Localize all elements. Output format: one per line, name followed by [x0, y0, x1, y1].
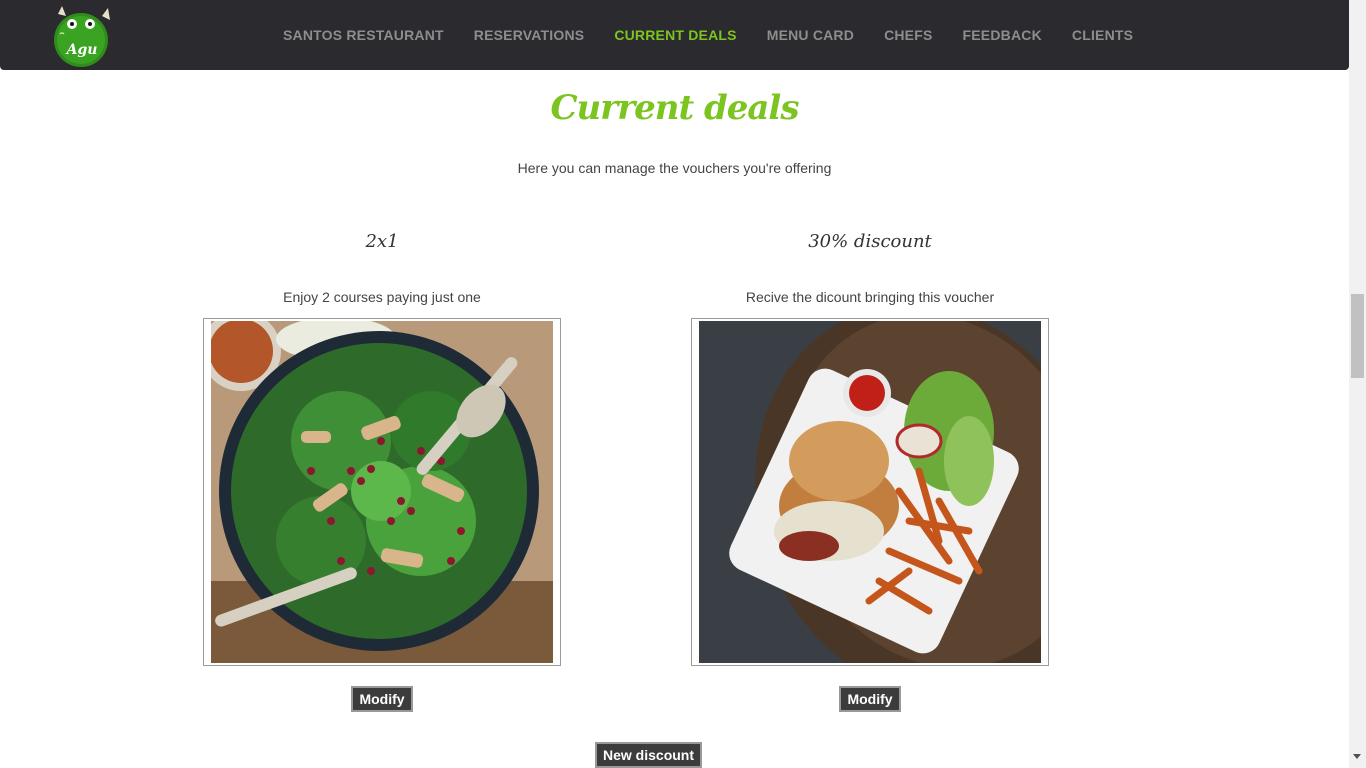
nav-item-reservations[interactable]: RESERVATIONS: [474, 27, 585, 43]
deal-description: Enjoy 2 courses paying just one: [283, 289, 481, 305]
deal-card: 2x1 Enjoy 2 courses paying just one Modi…: [203, 228, 561, 712]
nav-item-chefs[interactable]: CHEFS: [884, 27, 932, 43]
modify-deal-button[interactable]: Modify: [839, 686, 901, 712]
deal-image-frame: [203, 318, 561, 666]
scrollbar-thumb[interactable]: [1351, 294, 1364, 378]
deal-description: Recive the dicount bringing this voucher: [745, 289, 995, 305]
top-navbar: Agu SANTOS RESTAURANT RESERVATIONS CURRE…: [0, 0, 1349, 70]
page-scrollbar[interactable]: [1349, 0, 1366, 768]
page-subtitle: Here you can manage the vouchers you're …: [517, 160, 832, 176]
salad-bowl-photo: [211, 321, 553, 663]
brand-logo[interactable]: Agu: [46, 4, 116, 68]
deal-title: 30% discount: [808, 231, 932, 252]
deal-image-frame: [691, 318, 1049, 666]
nav-item-current-deals[interactable]: CURRENT DEALS: [614, 27, 736, 43]
nav-item-menu-card[interactable]: MENU CARD: [767, 27, 854, 43]
nav-item-feedback[interactable]: FEEDBACK: [963, 27, 1042, 43]
deal-title: 2x1: [365, 231, 399, 252]
svg-text:Agu: Agu: [65, 42, 98, 58]
page-title: Current deals: [550, 88, 800, 128]
deal-card: 30% discount Recive the dicount bringing…: [691, 228, 1049, 712]
new-discount-button[interactable]: New discount: [595, 742, 703, 768]
main-nav: SANTOS RESTAURANT RESERVATIONS CURRENT D…: [283, 0, 1163, 70]
nav-item-clients[interactable]: CLIENTS: [1072, 27, 1133, 43]
burger-fries-photo: [699, 321, 1041, 663]
modify-deal-button[interactable]: Modify: [351, 686, 413, 712]
nav-item-santos-restaurant[interactable]: SANTOS RESTAURANT: [283, 27, 444, 43]
scroll-down-arrow-icon[interactable]: [1353, 754, 1361, 759]
